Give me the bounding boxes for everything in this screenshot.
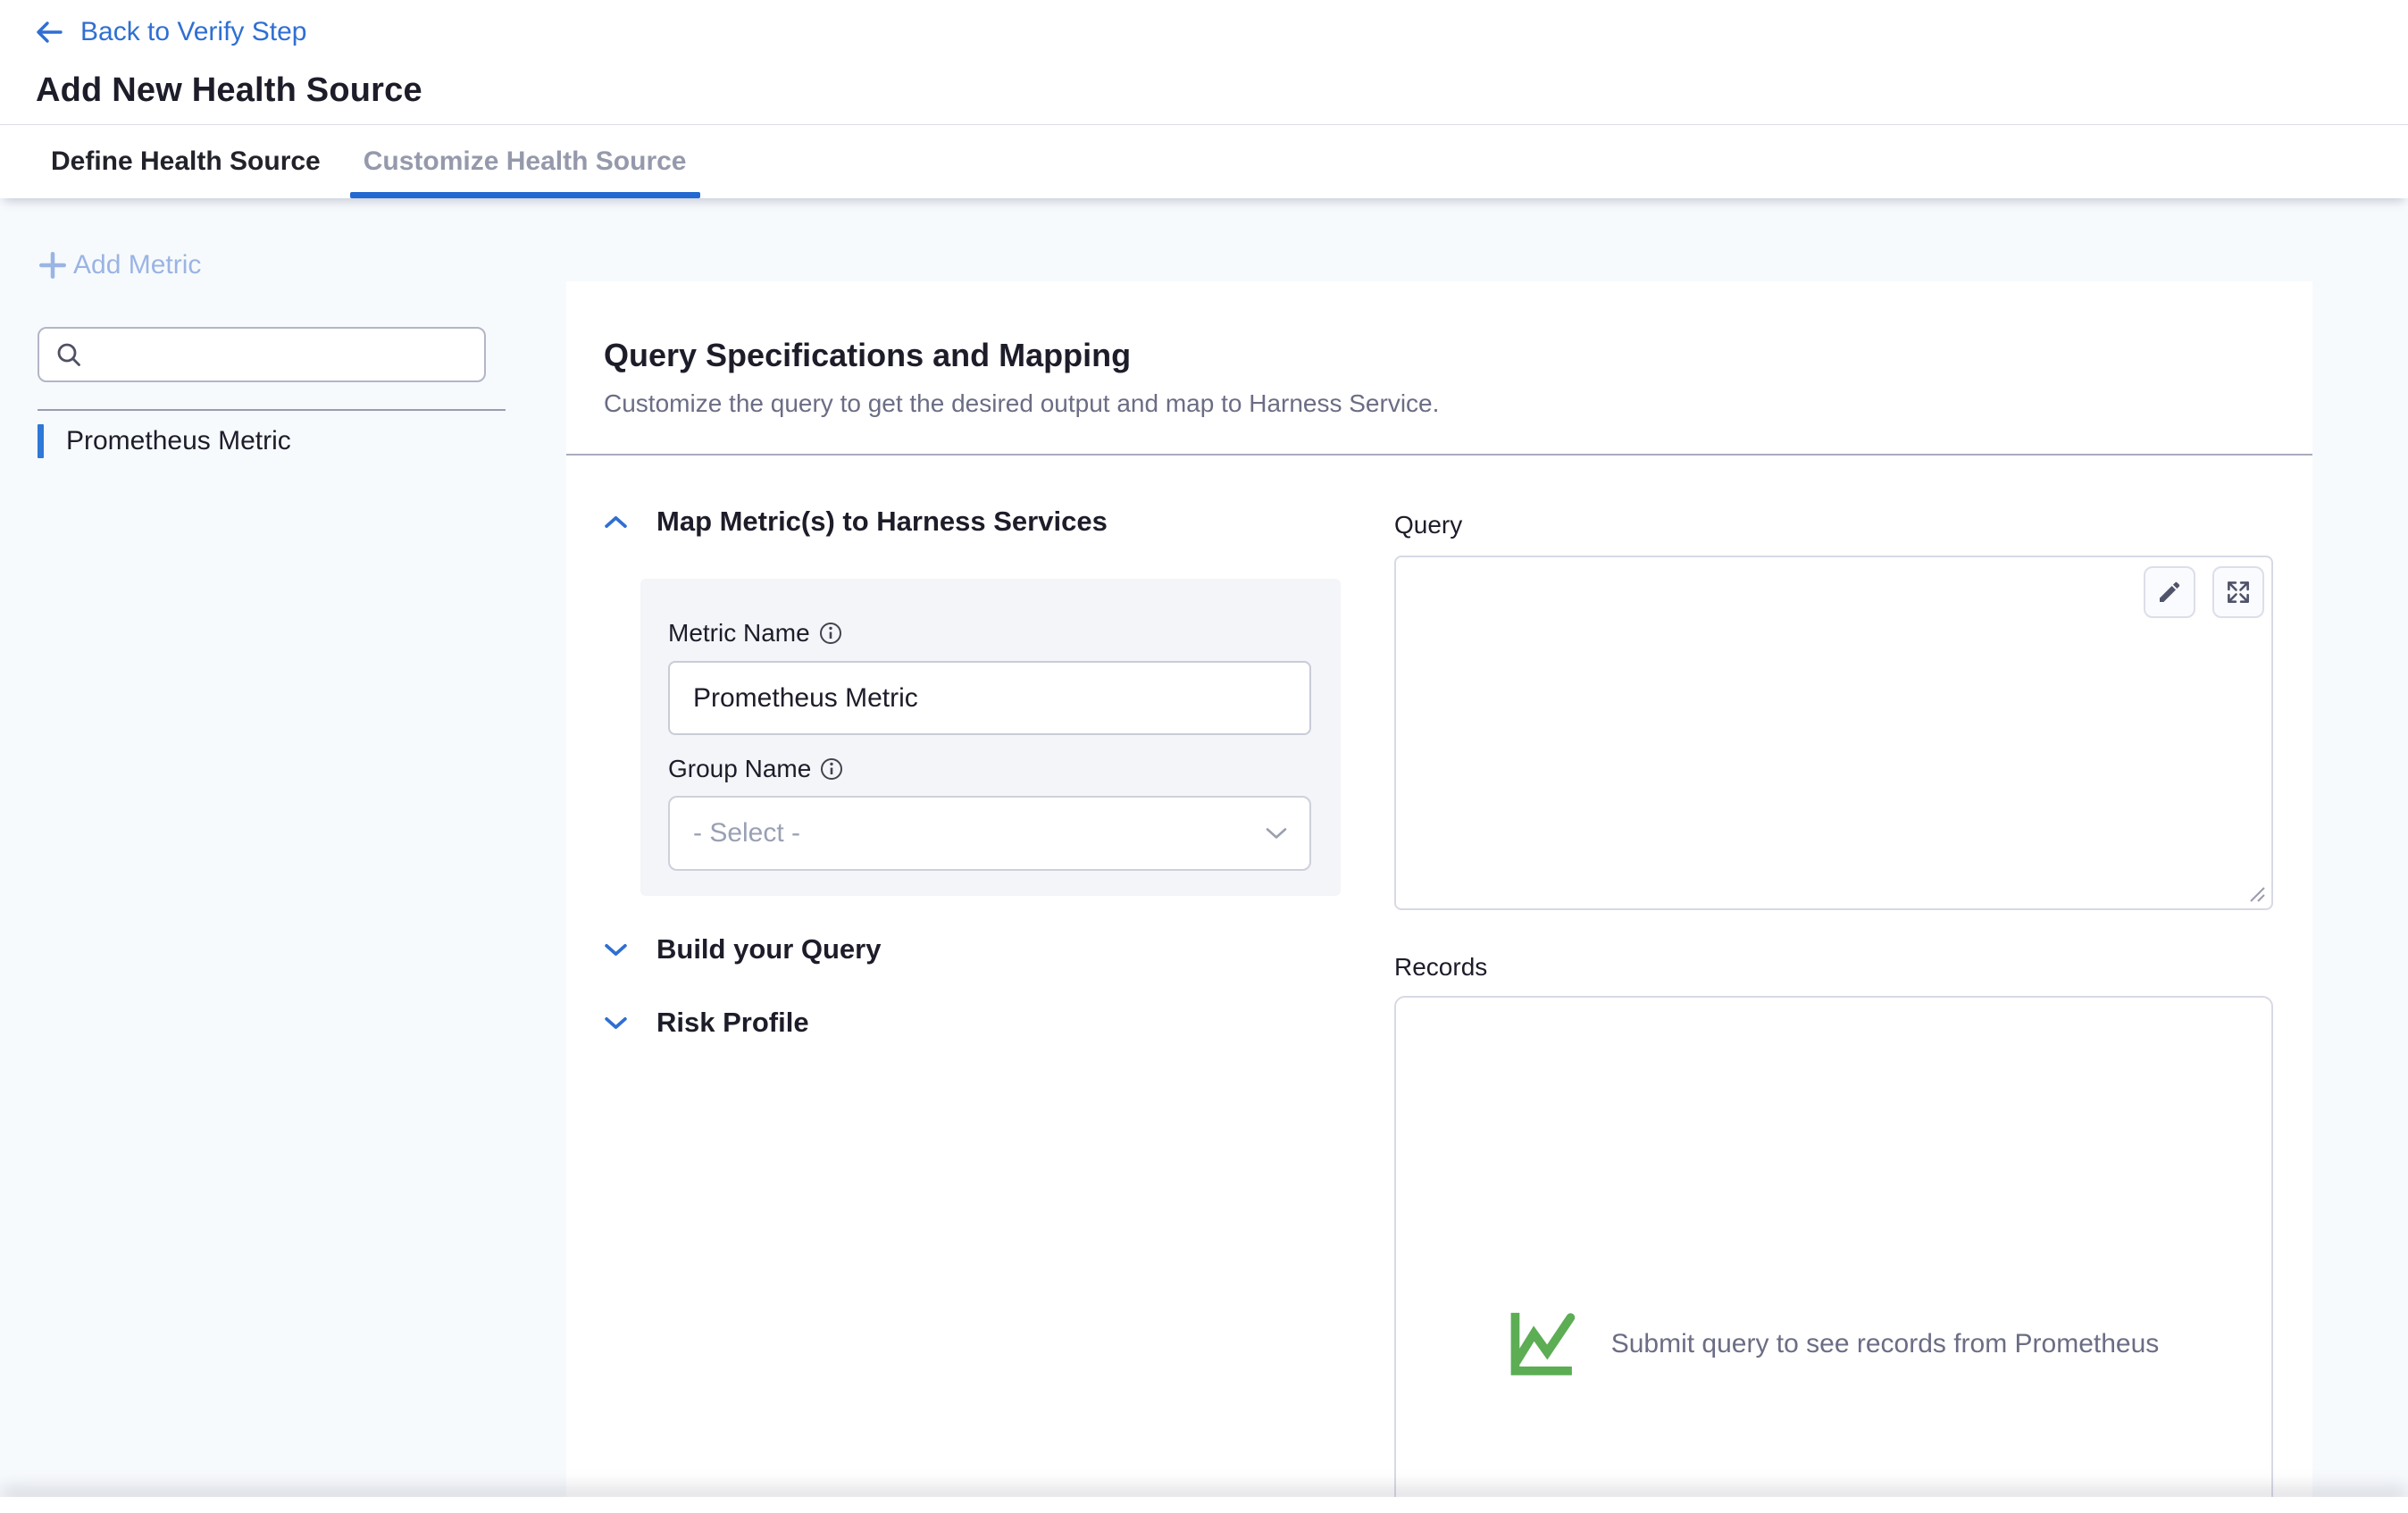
add-metric-label: Add Metric bbox=[73, 250, 201, 280]
page-header: Back to Verify Step Add New Health Sourc… bbox=[0, 0, 2408, 124]
pencil-icon bbox=[2156, 579, 2183, 606]
sidebar-item-prometheus-metric[interactable]: Prometheus Metric bbox=[38, 424, 564, 458]
bottom-bar bbox=[0, 1497, 2408, 1513]
edit-query-button[interactable] bbox=[2144, 566, 2195, 618]
query-column: Query bbox=[1394, 456, 2273, 1513]
back-link-label: Back to Verify Step bbox=[80, 17, 306, 47]
chevron-up-icon bbox=[604, 514, 628, 530]
section-label: Build your Query bbox=[656, 933, 881, 965]
section-build-your-query[interactable]: Build your Query bbox=[604, 933, 1394, 965]
card-body: Map Metric(s) to Harness Services Metric… bbox=[566, 456, 2312, 1513]
metrics-sidebar: Add Metric Prometheus Metric bbox=[0, 198, 564, 1513]
group-name-label: Group Name bbox=[668, 755, 811, 783]
main-region: Query Specifications and Mapping Customi… bbox=[564, 198, 2408, 1513]
card-subtitle: Customize the query to get the desired o… bbox=[604, 389, 2277, 418]
expand-query-button[interactable] bbox=[2212, 566, 2264, 618]
arrow-left-icon bbox=[36, 21, 63, 44]
metric-name-input[interactable] bbox=[668, 661, 1311, 735]
group-name-select[interactable]: - Select - bbox=[668, 796, 1311, 871]
section-label: Risk Profile bbox=[656, 1007, 809, 1039]
mapping-column: Map Metric(s) to Harness Services Metric… bbox=[604, 456, 1394, 1513]
selected-indicator-bar bbox=[38, 424, 44, 458]
info-icon[interactable] bbox=[819, 622, 842, 645]
info-icon[interactable] bbox=[820, 757, 843, 781]
expand-icon bbox=[2225, 579, 2252, 606]
back-link[interactable]: Back to Verify Step bbox=[36, 14, 306, 50]
line-chart-icon bbox=[1509, 1310, 1595, 1378]
tab-define-health-source[interactable]: Define Health Source bbox=[38, 125, 334, 198]
section-risk-profile[interactable]: Risk Profile bbox=[604, 1007, 1394, 1039]
query-editor bbox=[1394, 556, 2273, 910]
query-specifications-card: Query Specifications and Mapping Customi… bbox=[566, 281, 2312, 1513]
metric-search-input[interactable] bbox=[82, 329, 484, 380]
card-title: Query Specifications and Mapping bbox=[604, 337, 2277, 374]
metric-search-box bbox=[38, 327, 486, 382]
plus-icon bbox=[38, 250, 68, 280]
records-label: Records bbox=[1394, 953, 2273, 982]
caret-down-icon bbox=[1265, 826, 1288, 840]
resize-handle[interactable] bbox=[2246, 883, 2266, 903]
page-title: Add New Health Source bbox=[36, 71, 2408, 110]
section-label: Map Metric(s) to Harness Services bbox=[656, 506, 1108, 538]
records-panel: Submit query to see records from Prometh… bbox=[1394, 996, 2273, 1513]
metric-name-label: Metric Name bbox=[668, 619, 810, 648]
group-name-placeholder: - Select - bbox=[693, 818, 800, 848]
metric-mapping-panel: Metric Name Group Name bbox=[640, 579, 1341, 896]
add-metric-button[interactable]: Add Metric bbox=[38, 250, 201, 280]
chevron-down-icon bbox=[604, 1016, 628, 1031]
tab-customize-health-source[interactable]: Customize Health Source bbox=[350, 125, 700, 198]
records-empty-text: Submit query to see records from Prometh… bbox=[1611, 1329, 2160, 1359]
search-icon bbox=[55, 341, 82, 368]
section-map-metrics[interactable]: Map Metric(s) to Harness Services bbox=[604, 506, 1394, 538]
query-textarea[interactable] bbox=[1396, 557, 2271, 908]
card-header: Query Specifications and Mapping Customi… bbox=[566, 281, 2312, 418]
metric-item-label: Prometheus Metric bbox=[66, 426, 291, 456]
chevron-down-icon bbox=[604, 942, 628, 957]
sidebar-divider bbox=[38, 409, 506, 411]
content-area: Add Metric Prometheus Metric Query Speci… bbox=[0, 198, 2408, 1513]
query-label: Query bbox=[1394, 511, 2273, 539]
health-source-tabs: Define Health Source Customize Health So… bbox=[0, 124, 2408, 198]
records-empty-state: Submit query to see records from Prometh… bbox=[1509, 1310, 2160, 1378]
